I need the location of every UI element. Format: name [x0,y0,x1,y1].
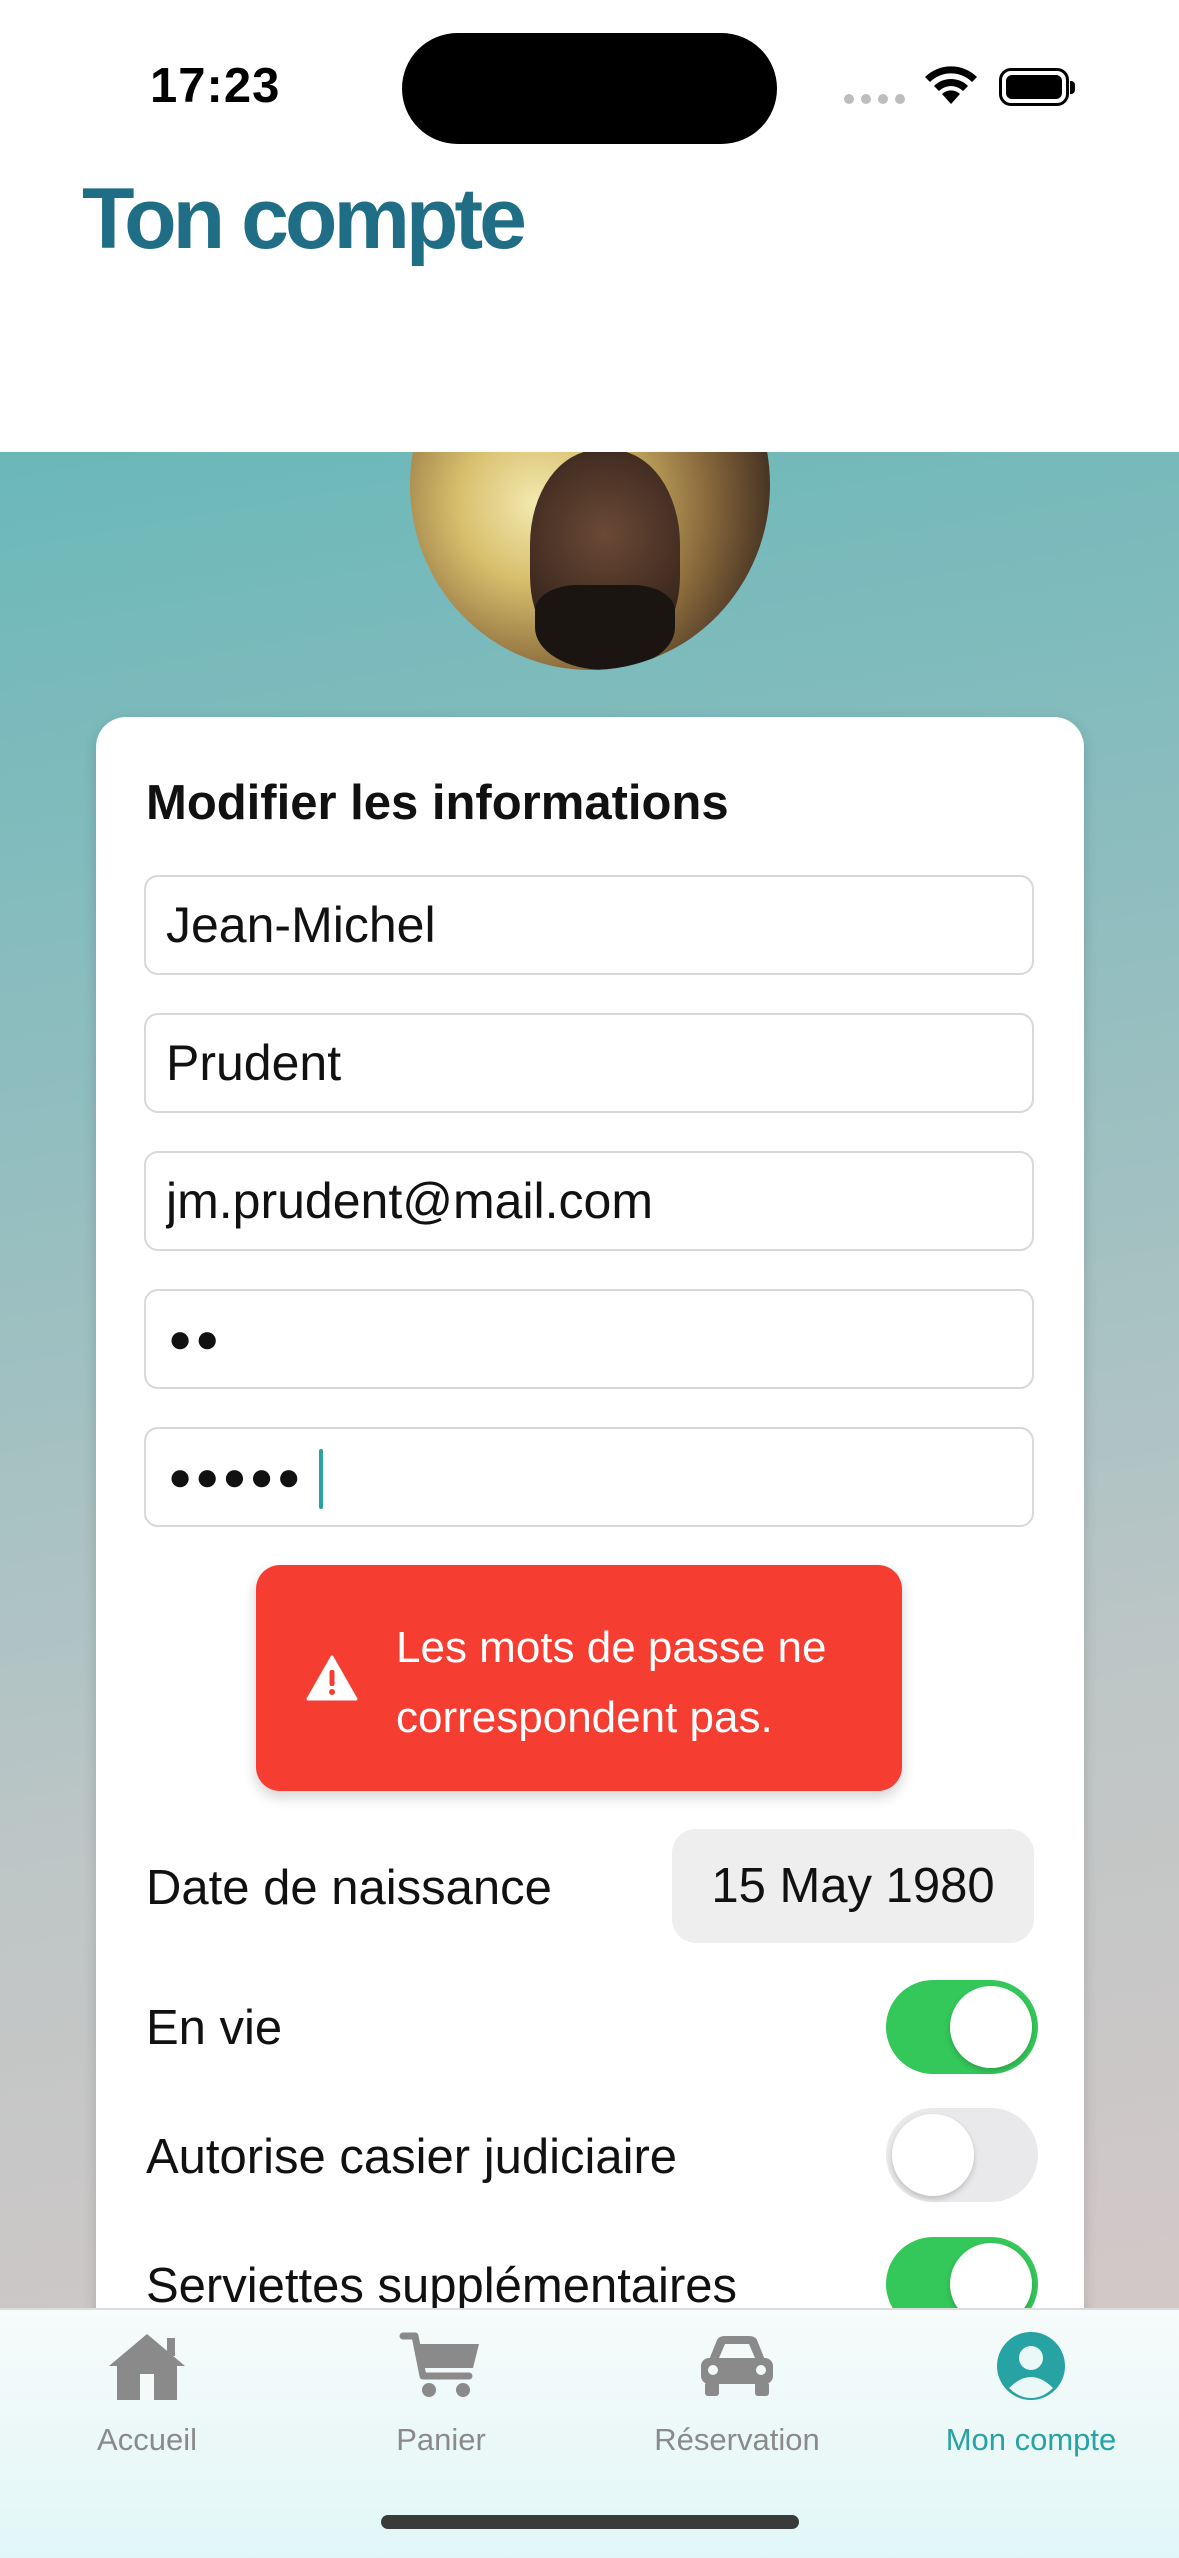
criminal-record-toggle[interactable] [886,2108,1038,2202]
cart-icon [399,2332,479,2397]
toggle-label-alive: En vie [146,2001,283,2055]
battery-icon [999,68,1075,106]
account-icon [997,2332,1065,2400]
toggle-label-extra-towels: Serviettes supplémentaires [146,2259,738,2313]
avatar[interactable] [410,452,770,670]
first-name-input[interactable] [166,877,1016,973]
page-title: Ton compte [82,171,527,267]
first-name-field[interactable] [144,875,1034,975]
home-indicator[interactable] [381,2515,799,2529]
car-icon [701,2336,773,2396]
email-field[interactable] [144,1151,1034,1251]
dynamic-island [402,33,777,144]
tab-label: Réservation [654,2422,820,2457]
tab-panier[interactable]: Panier [321,2318,561,2458]
cellular-signal-icon [844,94,906,104]
email-input[interactable] [166,1153,1016,1249]
last-name-field[interactable] [144,1013,1034,1113]
password-value: ●● [168,1317,223,1361]
tab-accueil[interactable]: Accueil [27,2318,267,2458]
last-name-input[interactable] [166,1015,1016,1111]
text-cursor [319,1449,323,1509]
birthdate-picker[interactable]: 15 May 1980 [672,1829,1034,1943]
birthdate-value: 15 May 1980 [711,1859,995,1913]
home-icon [109,2334,185,2400]
tab-label: Panier [396,2422,486,2457]
wifi-icon [925,66,977,104]
alive-toggle[interactable] [886,1980,1038,2074]
tab-mon-compte[interactable]: Mon compte [911,2318,1151,2458]
tab-reservation[interactable]: Réservation [617,2318,857,2458]
card-title: Modifier les informations [146,776,729,830]
confirm-password-field[interactable]: ●●●●● [144,1427,1034,1527]
tab-label: Accueil [97,2422,197,2457]
status-time: 17:23 [150,59,281,113]
birthdate-label: Date de naissance [146,1861,552,1915]
tab-label: Mon compte [945,2422,1117,2457]
confirm-password-value: ●●●●● [168,1455,304,1499]
password-field[interactable]: ●● [144,1289,1034,1389]
warning-icon [306,1655,358,1701]
error-toast: Les mots de passe ne correspondent pas. [256,1565,902,1791]
toast-message: Les mots de passe ne correspondent pas. [396,1623,827,1742]
status-bar: 17:23 [0,0,1179,170]
toggle-label-criminal-record: Autorise casier judiciaire [146,2130,678,2184]
